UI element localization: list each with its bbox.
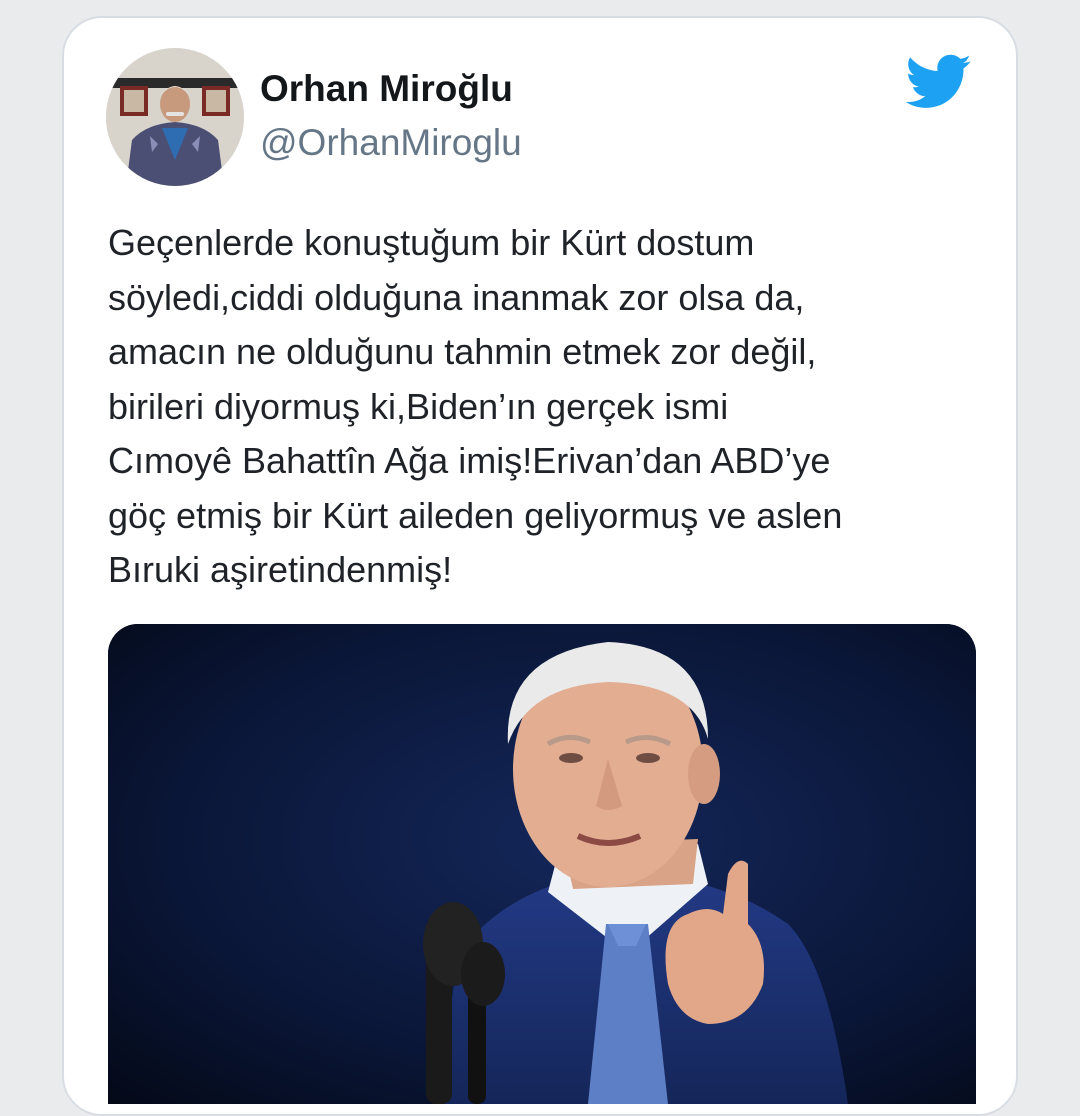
tweet-card[interactable]: Orhan Miroğlu @OrhanMiroglu Geçenlerde k… [62,16,1018,1116]
tweet-media-photo[interactable] [108,624,976,1104]
twitter-bird-icon[interactable] [906,54,972,110]
author-handle[interactable]: @OrhanMiroglu [260,122,522,164]
tweet-text: Geçenlerde konuştuğum bir Kürt dostum sö… [108,222,843,590]
author-display-name[interactable]: Orhan Miroğlu [260,68,513,110]
author-avatar[interactable] [106,48,244,186]
